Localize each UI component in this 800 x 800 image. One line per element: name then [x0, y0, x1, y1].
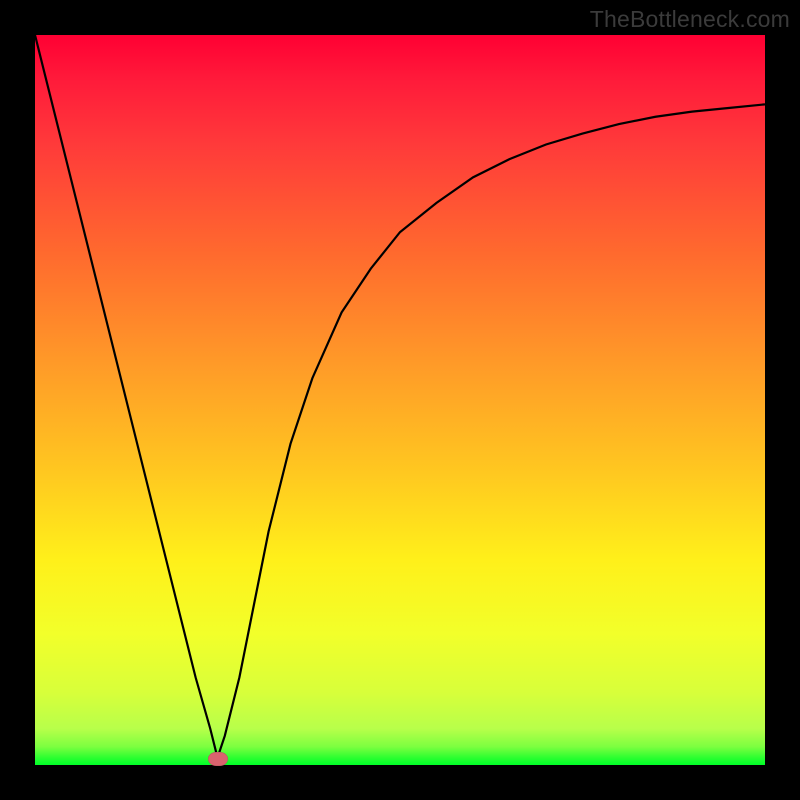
chart-frame: TheBottleneck.com	[0, 0, 800, 800]
plot-area	[35, 35, 765, 765]
curve-svg	[35, 35, 765, 765]
watermark-text: TheBottleneck.com	[590, 6, 790, 33]
bottleneck-curve	[35, 35, 765, 758]
bottleneck-marker	[208, 752, 228, 766]
